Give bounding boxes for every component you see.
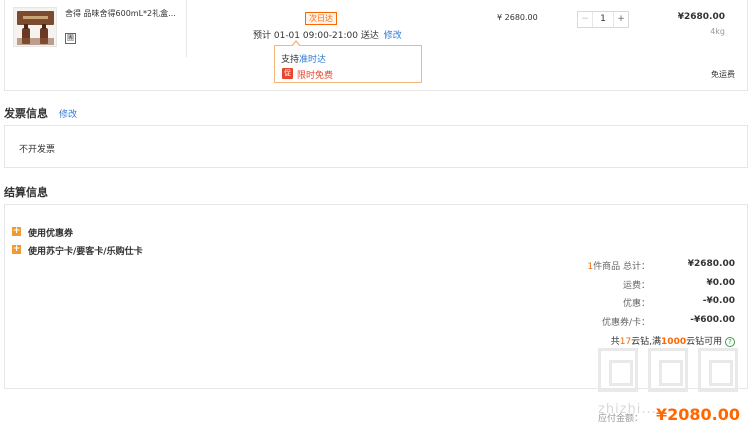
punctual-support-text: 支持准时达 (281, 52, 326, 65)
diamond-info: 共17云钻,满1000云钻可用 ? (611, 334, 735, 347)
items-total-value: ¥2680.00 (687, 259, 735, 269)
item-subtotal: ¥2680.00 (677, 12, 725, 22)
punctual-link[interactable]: 准时达 (299, 55, 326, 65)
coupon-card-value: -¥600.00 (690, 315, 735, 325)
invoice-modify-link[interactable]: 修改 (59, 107, 77, 120)
discount-label: 优惠： (622, 299, 650, 309)
coupon-card-label: 优惠券/卡： (601, 318, 650, 328)
product-name[interactable]: 舍得 品味舍得600mL*2礼盒... (65, 8, 176, 19)
expand-coupon-icon[interactable]: + (12, 227, 21, 236)
quantity-input[interactable]: 1 (593, 12, 613, 27)
delivery-estimate: 预计 01-01 09:00-21:00 送达 (253, 31, 379, 41)
diamond-mid: 云钻,满 (631, 337, 662, 347)
free-shipping-label: 免运费 (711, 70, 735, 79)
payable-amount: ¥2080.00 (656, 405, 741, 424)
use-card-toggle[interactable]: 使用苏宁卡/要客卡/乐购仕卡 (28, 244, 143, 257)
unit-price: ¥ 2680.00 (497, 13, 538, 22)
discount-value: -¥0.00 (702, 296, 735, 306)
watermark-text: zhizhi... (598, 402, 657, 417)
group-buy-icon: 團 (65, 33, 76, 44)
item-weight: 4kg (710, 27, 725, 36)
product-thumbnail[interactable] (13, 7, 57, 47)
quantity-minus-button[interactable]: − (578, 12, 593, 27)
expand-card-icon[interactable]: + (12, 245, 21, 254)
items-total-label: 1件商品 总计： (587, 259, 650, 272)
promo-text: 限时免费 (297, 71, 334, 81)
quantity-stepper: − 1 + (577, 11, 629, 28)
delivery-estimate-row: 预计 01-01 09:00-21:00 送达 修改 (253, 28, 402, 41)
items-label: 件商品 总计： (593, 262, 650, 272)
invoice-title: 发票信息 (4, 107, 48, 120)
support-prefix: 支持 (281, 55, 300, 65)
next-day-badge: 次日达 (305, 12, 337, 25)
freight-label: 运费： (622, 281, 650, 291)
column-divider (186, 0, 187, 57)
promo-icon: 促 (282, 68, 293, 79)
invoice-value: 不开发票 (19, 145, 56, 155)
settlement-title: 结算信息 (4, 186, 48, 199)
diamond-prefix: 共 (610, 337, 620, 347)
freight-value: ¥0.00 (706, 278, 735, 288)
delivery-popup: 支持准时达 促 限时免费 (274, 40, 422, 83)
use-coupon-toggle[interactable]: 使用优惠券 (28, 226, 73, 239)
invoice-box: 不开发票 (4, 125, 748, 168)
diamond-suffix: 云钻可用 (686, 337, 723, 347)
diamond-threshold: 1000 (661, 337, 687, 347)
diamond-total: 17 (619, 337, 632, 347)
watermark-logo (598, 348, 744, 396)
delivery-modify-link[interactable]: 修改 (384, 31, 402, 41)
help-icon[interactable]: ? (725, 336, 735, 347)
quantity-plus-button[interactable]: + (613, 12, 628, 27)
